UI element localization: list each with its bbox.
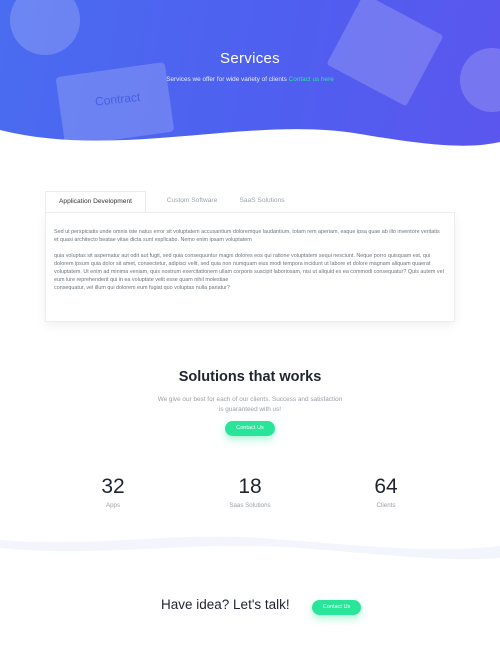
stat-label: Saas Solutions: [229, 502, 271, 509]
hero-wave: [0, 129, 500, 160]
stat-value: 64: [374, 475, 398, 498]
page-title: Services: [220, 50, 280, 67]
panel-paragraph-3-text: consequatur, vel illum qui dolorem eum f…: [54, 285, 230, 291]
stat-saas-solutions: 18 Saas Solutions: [190, 474, 310, 509]
stat-label: Apps: [105, 502, 121, 509]
panel-paragraph-2: quia voluptas sit aspernatur aut odit au…: [54, 252, 445, 292]
tab-custom-software[interactable]: Custom Software: [153, 191, 231, 213]
panel-paragraph-1: Sed ut perspiciatis unde omnis iste natu…: [54, 229, 440, 243]
hero-banner: Contract Services Services we offer for …: [0, 0, 500, 160]
hero-subtitle-text: Services we offer for wide variety of cl…: [166, 76, 287, 83]
stat-value: 32: [101, 475, 125, 498]
bottom-wave: [0, 536, 500, 578]
stat-clients: 64 Clients: [326, 474, 446, 509]
solutions-title: Solutions that works: [178, 369, 322, 385]
hero-subtitle: Services we offer for wide variety of cl…: [160, 75, 340, 85]
solutions-text: We give our best for each of our clients…: [157, 396, 343, 413]
stat-label: Clients: [376, 502, 396, 509]
service-tabs: Application Development Custom Software …: [45, 191, 455, 213]
cta-heading: Have idea? Let's talk!: [161, 597, 290, 612]
panel-paragraph-2-text: quia voluptas sit aspernatur aut odit au…: [54, 253, 444, 283]
coffee-cup-shape: [10, 0, 80, 55]
tab-saas-solutions[interactable]: SaaS Solutions: [227, 191, 297, 213]
contact-us-button[interactable]: Contact Us: [225, 421, 275, 436]
stat-apps: 32 Apps: [53, 474, 173, 509]
tab-application-development[interactable]: Application Development: [45, 191, 146, 213]
stat-value: 18: [238, 475, 262, 498]
cta-contact-us-button[interactable]: Contact Us: [312, 600, 361, 615]
tab-panel: Sed ut perspiciatis unde omnis iste natu…: [45, 212, 455, 322]
contact-link[interactable]: Contact us here: [289, 76, 334, 83]
